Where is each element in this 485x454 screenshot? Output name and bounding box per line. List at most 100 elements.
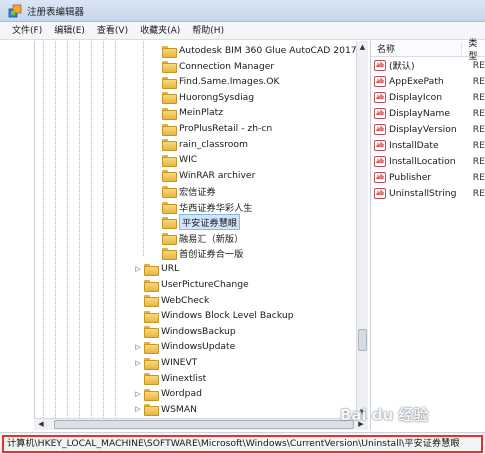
folder-icon bbox=[144, 326, 159, 339]
tree-item[interactable]: ▷ URL bbox=[133, 261, 179, 276]
tree-item[interactable]: MeinPlatz bbox=[151, 105, 223, 120]
tree-item[interactable]: Winextlist bbox=[133, 371, 206, 386]
column-header-type[interactable]: 类型 bbox=[462, 36, 485, 62]
expand-arrow-icon[interactable]: ▷ bbox=[133, 343, 143, 351]
column-header-name[interactable]: 名称 bbox=[371, 42, 463, 55]
menu-help[interactable]: 帮助(H) bbox=[186, 22, 230, 40]
title-bar: 注册表编辑器 bbox=[0, 0, 485, 22]
folder-icon bbox=[162, 170, 177, 183]
folder-icon bbox=[162, 185, 177, 198]
list-item[interactable]: ab AppExePath RE bbox=[371, 73, 485, 89]
menu-edit[interactable]: 编辑(E) bbox=[48, 22, 91, 40]
tree-guide-line bbox=[91, 41, 92, 418]
value-name: InstallDate bbox=[389, 139, 439, 151]
tree-item[interactable]: 宏信证券 bbox=[151, 183, 216, 198]
folder-icon bbox=[144, 357, 159, 370]
tree-item-label: 融易汇（新版） bbox=[179, 233, 244, 245]
expand-arrow-icon[interactable]: ▷ bbox=[133, 390, 143, 398]
tree-guide-line bbox=[103, 41, 104, 418]
menu-favorites[interactable]: 收藏夹(A) bbox=[134, 22, 186, 40]
list-item[interactable]: ab (默认) RE bbox=[371, 57, 485, 73]
list-item[interactable]: ab DisplayIcon RE bbox=[371, 89, 485, 105]
folder-icon bbox=[162, 45, 177, 58]
tree-item[interactable]: ▷ WSMAN bbox=[133, 402, 197, 417]
tree-item-label: HuorongSysdiag bbox=[179, 91, 255, 103]
tree-horizontal-scrollbar[interactable]: ◀ ▶ bbox=[34, 418, 368, 430]
list-item[interactable]: ab DisplayVersion RE bbox=[371, 121, 485, 137]
value-name: InstallLocation bbox=[389, 155, 456, 167]
string-value-icon: ab bbox=[374, 187, 386, 199]
folder-icon bbox=[162, 61, 177, 74]
list-item[interactable]: ab UninstallString RE bbox=[371, 185, 485, 201]
list-item[interactable]: ab Publisher RE bbox=[371, 169, 485, 185]
tree-item[interactable]: WIC bbox=[151, 152, 197, 167]
expand-arrow-icon[interactable]: ▷ bbox=[133, 265, 143, 273]
tree-item[interactable]: 首创证券合一版 bbox=[151, 246, 243, 261]
folder-icon bbox=[162, 107, 177, 120]
string-value-icon: ab bbox=[374, 75, 386, 87]
tree-item[interactable]: ProPlusRetail - zh-cn bbox=[151, 121, 272, 136]
scrollbar-thumb[interactable] bbox=[54, 420, 354, 429]
tree-item-label: WindowsUpdate bbox=[161, 341, 236, 353]
menu-file[interactable]: 文件(F) bbox=[6, 22, 48, 40]
expand-arrow-icon[interactable]: ▷ bbox=[133, 405, 143, 413]
folder-icon bbox=[144, 295, 159, 308]
string-value-icon: ab bbox=[374, 107, 386, 119]
value-type: RE bbox=[472, 155, 485, 167]
value-name: DisplayIcon bbox=[389, 91, 443, 103]
folder-icon bbox=[144, 310, 159, 323]
scroll-left-arrow-icon[interactable]: ◀ bbox=[36, 419, 46, 430]
tree-item-label: WSMAN bbox=[161, 403, 198, 415]
tree-item[interactable]: WindowsBackup bbox=[133, 324, 236, 339]
folder-icon bbox=[144, 279, 159, 292]
tree-item[interactable]: Windows Block Level Backup bbox=[133, 308, 294, 323]
tree-vertical-scrollbar[interactable]: ▲ ▼ bbox=[356, 41, 368, 418]
window-title: 注册表编辑器 bbox=[27, 6, 85, 18]
tree-item-label: 宏信证券 bbox=[179, 186, 216, 198]
tree-item[interactable]: Connection Manager bbox=[151, 59, 274, 74]
tree-guide-line bbox=[55, 41, 56, 418]
registry-tree[interactable]: Autodesk BIM 360 Glue AutoCAD 2017 Add-i… bbox=[34, 41, 368, 418]
list-item[interactable]: ab DisplayName RE bbox=[371, 105, 485, 121]
menu-view[interactable]: 查看(V) bbox=[91, 22, 134, 40]
tree-item-label: Autodesk BIM 360 Glue AutoCAD 2017 Add-i… bbox=[179, 45, 368, 56]
scroll-up-arrow-icon[interactable]: ▲ bbox=[357, 41, 368, 53]
tree-item[interactable]: 平安证券慧眼 bbox=[151, 214, 241, 231]
value-type: RE bbox=[472, 139, 485, 151]
folder-icon bbox=[162, 154, 177, 167]
tree-item[interactable]: ▷ Wordpad bbox=[133, 386, 202, 401]
tree-item-label: WebCheck bbox=[161, 294, 210, 306]
tree-item[interactable]: UserPictureChange bbox=[133, 277, 249, 292]
folder-icon bbox=[162, 201, 177, 214]
tree-item[interactable]: rain_classroom bbox=[151, 137, 248, 152]
tree-item[interactable]: WinRAR archiver bbox=[151, 168, 255, 183]
tree-guide-line bbox=[43, 41, 44, 418]
folder-icon bbox=[144, 263, 159, 276]
list-header: 名称 类型 bbox=[371, 39, 485, 62]
tree-item-label: URL bbox=[161, 263, 180, 275]
list-item[interactable]: ab InstallLocation RE bbox=[371, 153, 485, 169]
tree-item[interactable]: HuorongSysdiag bbox=[151, 90, 254, 105]
tree-item[interactable]: Autodesk BIM 360 Glue AutoCAD 2017 Add-i… bbox=[151, 43, 368, 58]
list-item[interactable]: ab InstallDate RE bbox=[371, 137, 485, 153]
string-value-icon: ab bbox=[374, 171, 386, 183]
expand-arrow-icon[interactable]: ▷ bbox=[133, 359, 143, 367]
values-list[interactable]: 名称 类型 ab (默认) RE ab AppExePath RE ab DisplayIco… bbox=[370, 39, 485, 430]
folder-icon bbox=[162, 217, 177, 230]
tree-guide-line bbox=[115, 41, 116, 418]
tree-item[interactable]: Find.Same.Images.OK bbox=[151, 74, 279, 89]
status-bar: 计算机\HKEY_LOCAL_MACHINE\SOFTWARE\Microsof… bbox=[0, 432, 485, 454]
tree-guide-line bbox=[143, 41, 144, 256]
string-value-icon: ab bbox=[374, 123, 386, 135]
tree-item-label: 平安证券慧眼 bbox=[179, 214, 241, 231]
string-value-icon: ab bbox=[374, 59, 386, 71]
tree-item-label: MeinPlatz bbox=[179, 107, 224, 119]
tree-item[interactable]: ▷ WINEVT bbox=[133, 355, 197, 370]
scrollbar-thumb[interactable] bbox=[358, 329, 367, 351]
tree-item[interactable]: ▷ WindowsUpdate bbox=[133, 339, 235, 354]
tree-item[interactable]: 融易汇（新版） bbox=[151, 230, 243, 245]
folder-icon bbox=[144, 341, 159, 354]
tree-item-label: Find.Same.Images.OK bbox=[179, 76, 280, 88]
tree-item[interactable]: 华西证券华彩人生 bbox=[151, 199, 253, 214]
tree-item[interactable]: WebCheck bbox=[133, 293, 209, 308]
